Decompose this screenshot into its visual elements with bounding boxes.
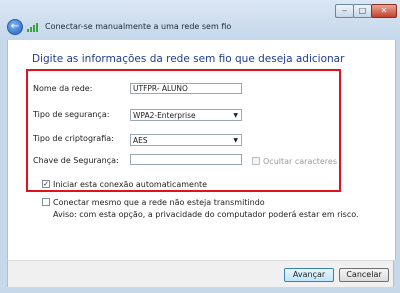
next-button[interactable]: Avançar xyxy=(284,268,334,282)
security-key-label: Chave de Segurança: xyxy=(33,156,119,165)
cancel-button[interactable]: Cancelar xyxy=(339,268,389,282)
network-name-input[interactable]: UTFPR- ALUNO xyxy=(130,83,242,94)
auto-start-label: Iniciar esta conexão automaticamente xyxy=(53,180,208,189)
auto-start-checkbox[interactable]: ✓ xyxy=(42,180,50,188)
network-name-label: Nome da rede: xyxy=(33,84,93,93)
back-arrow-icon[interactable]: ← xyxy=(7,19,23,35)
dropdown-arrow-icon: ▼ xyxy=(233,112,238,119)
window-title: Conectar-se manualmente a uma rede sem f… xyxy=(45,22,232,31)
encryption-type-select[interactable]: AES ▼ xyxy=(130,134,242,146)
security-type-label: Tipo de segurança: xyxy=(33,110,110,119)
security-key-input[interactable] xyxy=(130,154,242,165)
wireless-signal-icon xyxy=(27,23,38,32)
security-type-value: WPA2-Enterprise xyxy=(133,111,196,120)
footer-bar xyxy=(7,260,394,287)
encryption-type-value: AES xyxy=(133,136,148,145)
page-heading: Digite as informações da rede sem fio qu… xyxy=(32,53,345,65)
connect-hidden-label: Conectar mesmo que a rede não esteja tra… xyxy=(53,198,265,207)
dialog-window: ‒ □ ✕ ← Conectar-se manualmente a uma re… xyxy=(0,0,400,293)
privacy-warning-text: Aviso: com esta opção, a privacidade do … xyxy=(53,210,359,219)
security-type-select[interactable]: WPA2-Enterprise ▼ xyxy=(130,109,242,121)
encryption-type-label: Tipo de criptografia: xyxy=(33,134,114,143)
minimize-button[interactable]: ‒ xyxy=(335,4,354,18)
connect-hidden-checkbox[interactable] xyxy=(42,198,50,206)
close-button[interactable]: ✕ xyxy=(371,4,397,18)
dropdown-arrow-icon: ▼ xyxy=(233,137,238,144)
maximize-button[interactable]: □ xyxy=(353,4,372,18)
hide-characters-checkbox[interactable] xyxy=(252,157,260,165)
hide-characters-label: Ocultar caracteres xyxy=(263,157,338,166)
